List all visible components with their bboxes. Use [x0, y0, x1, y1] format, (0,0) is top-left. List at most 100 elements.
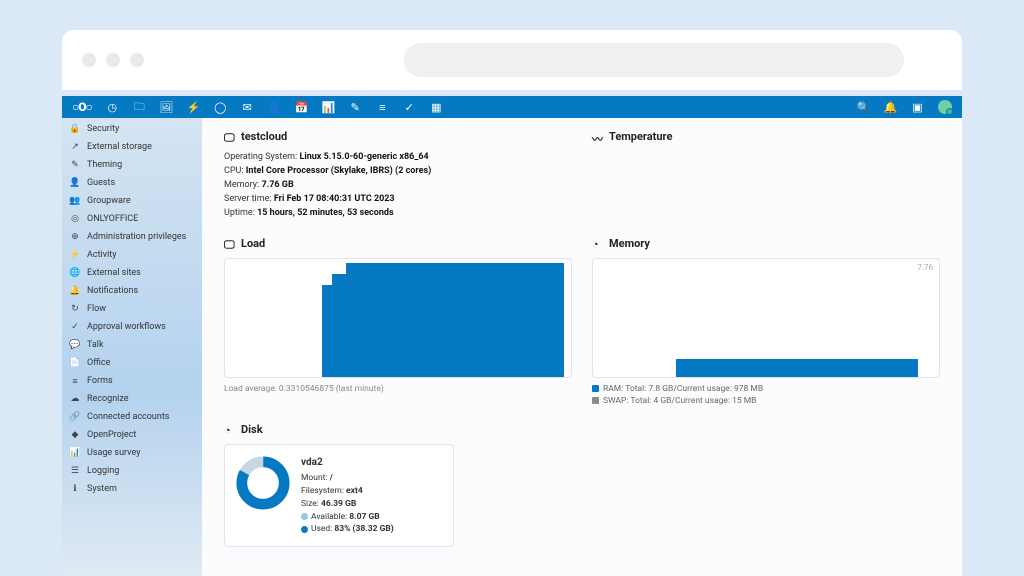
sidebar-item-administration-privileges[interactable]: ⊕Administration privileges — [62, 228, 202, 246]
disk-title-text: Disk — [241, 423, 263, 436]
lock-icon: 🔒 — [70, 124, 80, 134]
browser-dot — [106, 53, 120, 67]
system-title: 🖵 testcloud — [224, 130, 572, 143]
legend-swap: SWAP: Total: 4 GB/Current usage: 15 MB — [603, 396, 756, 406]
sidebar-item-activity[interactable]: ⚡ Activity — [62, 246, 202, 264]
sidebar-item-connected-accounts[interactable]: 🔗Connected accounts — [62, 408, 202, 426]
openproject-icon: ◆ — [70, 430, 80, 440]
talk-icon: 💬 — [70, 340, 80, 350]
sidebar-item-label: Office — [87, 358, 110, 368]
temperature-title: 〰 Temperature — [592, 130, 940, 143]
notifications-bell-icon[interactable]: 🔔 — [884, 101, 897, 114]
memory-title-text: Memory — [609, 237, 650, 250]
mail-icon[interactable]: ✉ — [241, 101, 254, 114]
sidebar-item-onlyoffice[interactable]: ◎ONLYOFFICE — [62, 210, 202, 228]
sidebar-item-label: Flow — [87, 304, 106, 314]
load-title: 🖵 Load — [224, 237, 572, 250]
flow-icon: ↻ — [70, 304, 80, 314]
sidebar-item-system[interactable]: ℹ System — [62, 480, 202, 498]
sidebar-item-label: External sites — [87, 268, 141, 278]
sidebar-item-label: External storage — [87, 142, 152, 152]
sidebar-item-label: Connected accounts — [87, 412, 169, 422]
logo[interactable]: ○О○ — [72, 100, 92, 114]
tasks-icon[interactable]: ✓ — [403, 101, 416, 114]
theming-icon: ✎ — [70, 160, 80, 170]
contacts-icon[interactable]: 👤 — [268, 101, 281, 114]
sidebar-item-groupware[interactable]: 👥Groupware — [62, 192, 202, 210]
load-caption: Load average: 0.3310546875 (last minute) — [224, 384, 572, 394]
sidebar-item-usage-survey[interactable]: 📊 Usage survey — [62, 444, 202, 462]
swap-swatch — [592, 397, 599, 404]
sidebar-item-label: System — [87, 484, 117, 494]
user-avatar[interactable] — [938, 100, 952, 114]
load-title-text: Load — [241, 237, 265, 250]
activity-icon: ⚡ — [70, 250, 80, 260]
monitor-icon: 🖵 — [224, 131, 235, 142]
disk-card: vda2 Mount: / Filesystem: ext4 Size: 46.… — [224, 444, 454, 547]
stats-icon[interactable]: 📊 — [322, 101, 335, 114]
sidebar-item-label: Security — [87, 124, 119, 134]
sidebar-item-label: Forms — [87, 376, 113, 386]
usage-icon: 📊 — [70, 448, 80, 458]
cpu-line: CPU: Intel Core Processor (Skylake, IBRS… — [224, 165, 572, 179]
office-icon: 📄 — [70, 358, 80, 368]
recognize-icon: ☁ — [70, 394, 80, 404]
sidebar-item-label: Usage survey — [87, 448, 140, 458]
system-title-text: testcloud — [241, 130, 287, 143]
external-icon: ↗ — [70, 142, 80, 152]
talk-icon[interactable]: ◯ — [214, 101, 227, 114]
calendar-icon[interactable]: 📅 — [295, 101, 308, 114]
notes-icon[interactable]: ✎ — [349, 101, 362, 114]
sidebar-item-forms[interactable]: ≡Forms — [62, 372, 202, 390]
sidebar-item-external-sites[interactable]: 🌐External sites — [62, 264, 202, 282]
main-content: 🖵 testcloud Operating System: Linux 5.15… — [202, 118, 962, 576]
sidebar-item-security[interactable]: 🔒 Security — [62, 120, 202, 138]
sidebar-item-theming[interactable]: ✎Theming — [62, 156, 202, 174]
sidebar-item-approval-workflows[interactable]: ✓ Approval workflows — [62, 318, 202, 336]
sidebar-item-notifications[interactable]: 🔔Notifications — [62, 282, 202, 300]
memory-legend: RAM: Total: 7.8 GB/Current usage: 978 MB… — [592, 384, 940, 408]
browser-chrome — [62, 30, 962, 90]
sidebar-item-logging[interactable]: ☰Logging — [62, 462, 202, 480]
temperature-title-text: Temperature — [609, 130, 672, 143]
approval-icon: ✓ — [70, 322, 80, 332]
logging-icon: ☰ — [70, 466, 80, 476]
sidebar-item-openproject[interactable]: ◆ OpenProject — [62, 426, 202, 444]
search-icon[interactable]: 🔍 — [857, 101, 870, 114]
sidebar-item-flow[interactable]: ↻ Flow — [62, 300, 202, 318]
url-bar[interactable] — [404, 43, 904, 77]
monitor-icon: 🖵 — [224, 238, 235, 249]
sidebar-item-label: Talk — [87, 340, 104, 350]
available-swatch — [301, 513, 308, 520]
contacts-menu-icon[interactable]: ▣ — [911, 101, 924, 114]
os-line: Operating System: Linux 5.15.0-60-generi… — [224, 151, 572, 165]
app-window: ○О○ ◷ 🗀 🖼 ⚡ ◯ ✉ 👤 📅 📊 ✎ ≡ ✓ ▦ 🔍 🔔 ▣ 🔒 Sec… — [62, 96, 962, 576]
notifications-icon: 🔔 — [70, 286, 80, 296]
sidebar-item-label: Recognize — [87, 394, 129, 404]
uptime-line: Uptime: 15 hours, 52 minutes, 53 seconds — [224, 207, 572, 221]
sidebar-item-label: OpenProject — [87, 430, 136, 440]
sidebar-item-office[interactable]: 📄 Office — [62, 354, 202, 372]
pie-icon: ◔ — [224, 424, 235, 435]
time-line: Server time: Fri Feb 17 08:40:31 UTC 202… — [224, 193, 572, 207]
files-icon[interactable]: 🗀 — [133, 101, 146, 114]
sidebar-item-guests[interactable]: 👤Guests — [62, 174, 202, 192]
admin-priv-icon: ⊕ — [70, 232, 80, 242]
sidebar-item-recognize[interactable]: ☁ Recognize — [62, 390, 202, 408]
sidebar-item-external-storage[interactable]: ↗ External storage — [62, 138, 202, 156]
sidebar-item-label: Activity — [87, 250, 116, 260]
sidebar-item-label: Approval workflows — [87, 322, 166, 332]
disk-title: ◔ Disk — [224, 423, 940, 436]
sidebar-item-talk[interactable]: 💬 Talk — [62, 336, 202, 354]
guests-icon: 👤 — [70, 178, 80, 188]
disk-info: vda2 Mount: / Filesystem: ext4 Size: 46.… — [301, 455, 394, 536]
browser-dot — [82, 53, 96, 67]
system-icon: ℹ — [70, 484, 80, 494]
forms-icon[interactable]: ▦ — [430, 101, 443, 114]
sidebar-item-label: ONLYOFFICE — [87, 214, 138, 224]
dashboard-icon[interactable]: ◷ — [106, 101, 119, 114]
deck-icon[interactable]: ≡ — [376, 101, 389, 114]
photos-icon[interactable]: 🖼 — [160, 101, 173, 114]
activity-icon[interactable]: ⚡ — [187, 101, 200, 114]
topbar: ○О○ ◷ 🗀 🖼 ⚡ ◯ ✉ 👤 📅 📊 ✎ ≡ ✓ ▦ 🔍 🔔 ▣ — [62, 96, 962, 118]
